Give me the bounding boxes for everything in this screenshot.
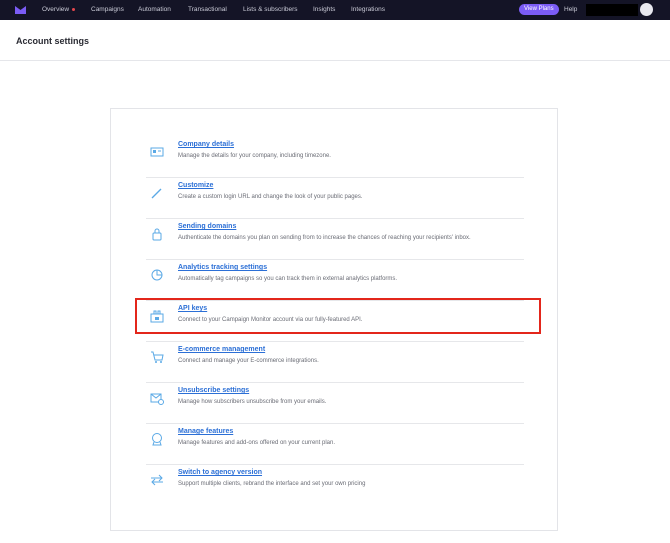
settings-item-description: Authenticate the domains you plan on sen… xyxy=(178,235,471,241)
settings-item-link[interactable]: Manage features xyxy=(178,428,233,435)
settings-item-link[interactable]: Unsubscribe settings xyxy=(178,387,249,394)
envelope-x-icon xyxy=(150,393,164,405)
settings-item[interactable]: Manage features Manage features and add-o… xyxy=(146,424,524,465)
settings-item[interactable]: Analytics tracking settings Automatically… xyxy=(146,260,524,301)
page-title: Account settings xyxy=(16,36,90,46)
settings-item-description: Automatically tag campaigns so you can t… xyxy=(178,276,398,282)
cart-icon xyxy=(151,351,164,363)
notification-dot xyxy=(72,7,76,11)
view-plans-button[interactable]: View Plans xyxy=(519,4,559,15)
nav-automation[interactable]: Automation xyxy=(138,6,171,13)
settings-item-description: Connect and manage your E-commerce integ… xyxy=(178,358,319,364)
settings-item-description: Manage how subscribers unsubscribe from … xyxy=(178,399,327,405)
nav-integrations[interactable]: Integrations xyxy=(351,6,385,13)
lock-icon xyxy=(152,228,162,241)
id-card-icon xyxy=(150,147,164,157)
badge-icon xyxy=(152,433,162,446)
nav-lists-subscribers[interactable]: Lists & subscribers xyxy=(243,6,298,13)
settings-item[interactable]: Company details Manage the details for yo… xyxy=(146,137,524,178)
settings-item[interactable]: Customize Create a custom login URL and c… xyxy=(146,178,524,219)
pie-chart-icon xyxy=(151,269,163,281)
highlight-box xyxy=(135,298,541,334)
settings-item-description: Manage the details for your company, inc… xyxy=(178,153,331,159)
settings-item[interactable]: Sending domains Authenticate the domains … xyxy=(146,219,524,260)
settings-item-description: Support multiple clients, rebrand the in… xyxy=(178,481,366,487)
settings-item[interactable]: Switch to agency version Support multiple… xyxy=(146,465,524,506)
nav-campaigns[interactable]: Campaigns xyxy=(91,6,124,13)
redacted-account-name[interactable] xyxy=(586,4,638,16)
settings-item[interactable]: E-commerce management Connect and manage … xyxy=(146,342,524,383)
settings-item[interactable]: Unsubscribe settings Manage how subscribe… xyxy=(146,383,524,424)
settings-item-description: Create a custom login URL and change the… xyxy=(178,194,363,200)
nav-insights[interactable]: Insights xyxy=(313,6,335,13)
nav-transactional[interactable]: Transactional xyxy=(188,6,227,13)
logo-icon[interactable] xyxy=(15,6,26,14)
settings-item-link[interactable]: E-commerce management xyxy=(178,346,265,353)
page-header: Account settings xyxy=(0,20,670,61)
nav-overview[interactable]: Overview xyxy=(42,6,76,13)
pen-icon xyxy=(151,188,162,199)
switch-arrows-icon xyxy=(151,474,163,486)
settings-item-link[interactable]: Customize xyxy=(178,182,213,189)
settings-item-link[interactable]: Company details xyxy=(178,141,234,148)
settings-item-link[interactable]: Sending domains xyxy=(178,223,236,230)
help-link[interactable]: Help xyxy=(564,6,577,13)
settings-item-link[interactable]: Switch to agency version xyxy=(178,469,262,476)
top-nav: Overview Campaigns Automation Transactio… xyxy=(0,0,670,20)
settings-item-description: Manage features and add-ons offered on y… xyxy=(178,440,335,446)
settings-item-link[interactable]: Analytics tracking settings xyxy=(178,264,267,271)
nav-overview-label: Overview xyxy=(42,6,70,13)
avatar[interactable] xyxy=(640,3,653,16)
